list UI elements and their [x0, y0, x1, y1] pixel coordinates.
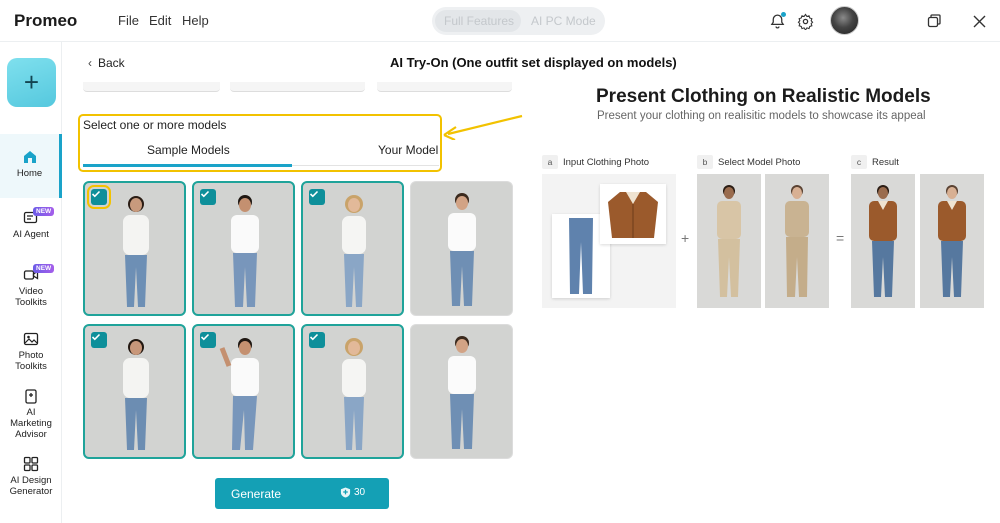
credit-count: 30 [354, 487, 366, 498]
step-a-label: Input Clothing Photo [563, 156, 650, 168]
generate-label: Generate [231, 487, 282, 501]
page-title: AI Try-On (One outfit set displayed on m… [390, 55, 677, 70]
checkbox-checked[interactable] [309, 189, 325, 205]
new-badge: NEW [33, 264, 55, 273]
tab-sample-models[interactable]: Sample Models [147, 143, 230, 157]
tab-divider [292, 165, 439, 166]
sidebar-item-ai-design-generator[interactable]: AI Design Generator [0, 456, 62, 497]
design-grid-icon [23, 456, 39, 472]
select-models-label: Select one or more models [83, 118, 227, 132]
photo-icon [23, 332, 39, 346]
equals-operator: = [836, 230, 845, 246]
outfit-thumbnail[interactable] [230, 82, 365, 92]
back-label: Back [98, 56, 125, 70]
sidebar-item-ai-marketing-advisor[interactable]: AI Marketing Advisor [0, 388, 62, 440]
sidebar-item-label: AI Agent [13, 229, 49, 240]
settings-gear-icon[interactable] [795, 11, 815, 31]
model-tile-man-1[interactable] [192, 181, 295, 316]
result-photo-woman [920, 174, 984, 308]
user-avatar[interactable] [830, 6, 859, 35]
model-photo [448, 193, 476, 306]
plus-operator: + [681, 230, 690, 246]
outfit-thumbnail[interactable] [377, 82, 512, 92]
create-new-button[interactable]: + [7, 58, 56, 107]
mode-switch: Full Features AI PC Mode [432, 7, 605, 35]
home-icon [23, 151, 36, 163]
sidebar: + Home NEW AI Agent NEW Video Toolkits P… [0, 42, 62, 523]
annotation-arrow-icon [443, 114, 523, 140]
model-tile-man-2[interactable] [410, 181, 513, 316]
chevron-left-icon: ‹ [88, 56, 92, 70]
checkbox-checked[interactable] [200, 189, 216, 205]
new-badge: NEW [33, 207, 55, 216]
notification-dot [781, 12, 786, 17]
result-photo-man [851, 174, 915, 308]
checkbox-checked[interactable] [91, 332, 107, 348]
sidebar-item-label: Photo Toolkits [15, 350, 47, 372]
sidebar-item-label: AI Marketing Advisor [10, 407, 52, 440]
model-tile-woman-1[interactable] [83, 181, 186, 316]
input-clothing-example [542, 174, 676, 308]
step-b-letter: b [697, 155, 713, 169]
checkbox-checked[interactable] [200, 332, 216, 348]
marketing-icon [25, 389, 37, 404]
model-tile-woman-2[interactable] [301, 181, 404, 316]
menu-edit[interactable]: Edit [149, 13, 171, 28]
plus-icon: + [23, 67, 40, 97]
model-tile-man-3[interactable] [192, 324, 295, 459]
model-tile-woman-3[interactable] [83, 324, 186, 459]
step-b: b Select Model Photo [697, 155, 800, 169]
credit-cost: 30 [340, 487, 365, 498]
title-bar: Promeo File Edit Help Full Features AI P… [0, 0, 1000, 42]
close-window-icon[interactable] [969, 11, 989, 31]
back-button[interactable]: ‹ Back [88, 56, 125, 70]
mode-full-features[interactable]: Full Features [444, 14, 514, 28]
sidebar-item-label: Video Toolkits [15, 286, 47, 308]
example-title: Present Clothing on Realistic Models [596, 86, 931, 107]
step-a-letter: a [542, 155, 558, 169]
sidebar-item-label: AI Design Generator [9, 475, 53, 497]
generate-button[interactable]: Generate 30 [215, 478, 389, 509]
step-a: a Input Clothing Photo [542, 155, 649, 169]
menu-help[interactable]: Help [182, 13, 209, 28]
example-subtitle: Present your clothing on realisitic mode… [597, 110, 926, 122]
sidebar-item-photo-toolkits[interactable]: Photo Toolkits [0, 331, 62, 372]
step-c-letter: c [851, 155, 867, 169]
step-b-label: Select Model Photo [718, 156, 801, 168]
notification-bell-icon[interactable] [767, 11, 787, 31]
checkbox-checked[interactable] [309, 332, 325, 348]
mode-ai-pc[interactable]: AI PC Mode [531, 14, 596, 28]
credit-icon [340, 487, 351, 498]
checkbox-checked[interactable] [87, 185, 111, 209]
sidebar-item-ai-agent[interactable]: NEW AI Agent [0, 207, 62, 240]
model-photo [448, 336, 476, 449]
model-tile-man-4[interactable] [410, 324, 513, 459]
jacket-photo [600, 184, 666, 244]
outfit-thumbnail[interactable] [83, 82, 220, 92]
model-photo-man [697, 174, 761, 308]
model-photo-woman [765, 174, 829, 308]
app-brand: Promeo [14, 11, 78, 30]
active-tab-indicator [83, 164, 292, 167]
model-tile-woman-4[interactable] [301, 324, 404, 459]
sidebar-item-video-toolkits[interactable]: NEW Video Toolkits [0, 264, 62, 308]
menu-file[interactable]: File [118, 13, 139, 28]
sidebar-item-label: Home [16, 168, 43, 179]
sidebar-item-home[interactable]: Home [0, 134, 62, 198]
step-c: c Result [851, 155, 899, 169]
restore-window-icon[interactable] [924, 11, 944, 31]
tab-your-model[interactable]: Your Model [378, 143, 438, 157]
app-window: Promeo File Edit Help Full Features AI P… [0, 0, 1000, 523]
step-c-label: Result [872, 156, 899, 168]
